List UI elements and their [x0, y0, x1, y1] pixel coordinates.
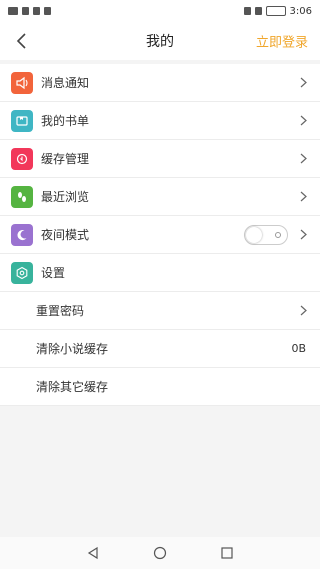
menu-item-label: 设置 — [41, 266, 66, 280]
back-arrow-icon — [16, 33, 26, 49]
chevron-right-icon — [298, 77, 308, 88]
chat-icon — [33, 7, 40, 15]
menu-item-label: 最近浏览 — [41, 190, 90, 204]
page-title: 我的 — [146, 34, 174, 50]
status-right-icons: 3:06 — [243, 5, 312, 17]
settings-clear-novel-cache[interactable]: 清除小说缓存 0B — [0, 330, 320, 368]
menu-item-recent-browse[interactable]: 最近浏览 — [0, 178, 320, 216]
clear-other-cache-label: 清除其它缓存 — [36, 380, 109, 394]
circle-home-icon — [153, 546, 167, 560]
system-back-button[interactable] — [83, 543, 103, 563]
toggle-off-indicator — [275, 231, 281, 238]
chevron-right-icon — [298, 305, 308, 316]
menu-item-night-mode[interactable]: 夜间模式 — [0, 216, 320, 254]
settings-clear-other-cache[interactable]: 清除其它缓存 — [0, 368, 320, 406]
back-button[interactable] — [10, 29, 34, 53]
system-recents-button[interactable] — [217, 543, 237, 563]
square-recents-icon — [221, 547, 233, 559]
moon-icon — [11, 223, 33, 246]
menu-item-label: 我的书单 — [41, 114, 90, 128]
settings-icon — [11, 261, 33, 284]
menu-item-cache-management[interactable]: 缓存管理 — [0, 140, 320, 178]
menu-item-notifications[interactable]: 消息通知 — [0, 64, 320, 102]
menu-item-book-list[interactable]: 我的书单 — [0, 102, 320, 140]
notification-icon — [44, 7, 51, 15]
alarm-icon — [243, 7, 251, 15]
menu-item-settings[interactable]: 设置 — [0, 254, 320, 292]
clear-novel-cache-label: 清除小说缓存 — [36, 342, 109, 356]
menu-item-label: 消息通知 — [41, 76, 90, 90]
battery-icon — [265, 6, 286, 16]
night-mode-toggle[interactable] — [244, 224, 288, 245]
settings-reset-password[interactable]: 重置密码 — [0, 292, 320, 330]
status-time: 3:06 — [289, 5, 312, 17]
status-bar: 3:06 — [0, 0, 320, 22]
status-left-icons — [8, 7, 51, 15]
signal-icon — [22, 7, 29, 15]
chevron-right-icon — [298, 153, 308, 164]
top-navbar: 我的 立即登录 — [0, 22, 320, 60]
menu-item-label: 缓存管理 — [41, 152, 90, 166]
system-nav-bar — [0, 537, 320, 569]
book-list-icon — [11, 109, 33, 132]
chevron-right-icon — [298, 115, 308, 126]
system-home-button[interactable] — [150, 543, 170, 563]
speaker-icon — [11, 71, 33, 94]
chevron-right-icon — [298, 191, 308, 202]
footprint-icon — [11, 185, 33, 208]
vibrate-icon — [254, 7, 262, 15]
sim-icon — [8, 7, 18, 15]
toggle-knob — [246, 226, 262, 243]
chevron-right-icon — [298, 229, 308, 240]
cache-icon — [11, 147, 33, 170]
login-link[interactable]: 立即登录 — [256, 32, 308, 51]
menu-list: 消息通知 我的书单 缓存管理 最近浏览 夜间模式 设置 重置密码 清除小说缓存 … — [0, 64, 320, 406]
menu-item-label: 夜间模式 — [41, 228, 90, 242]
triangle-back-icon — [88, 546, 98, 560]
novel-cache-size: 0B — [291, 342, 306, 355]
reset-password-label: 重置密码 — [36, 304, 85, 318]
